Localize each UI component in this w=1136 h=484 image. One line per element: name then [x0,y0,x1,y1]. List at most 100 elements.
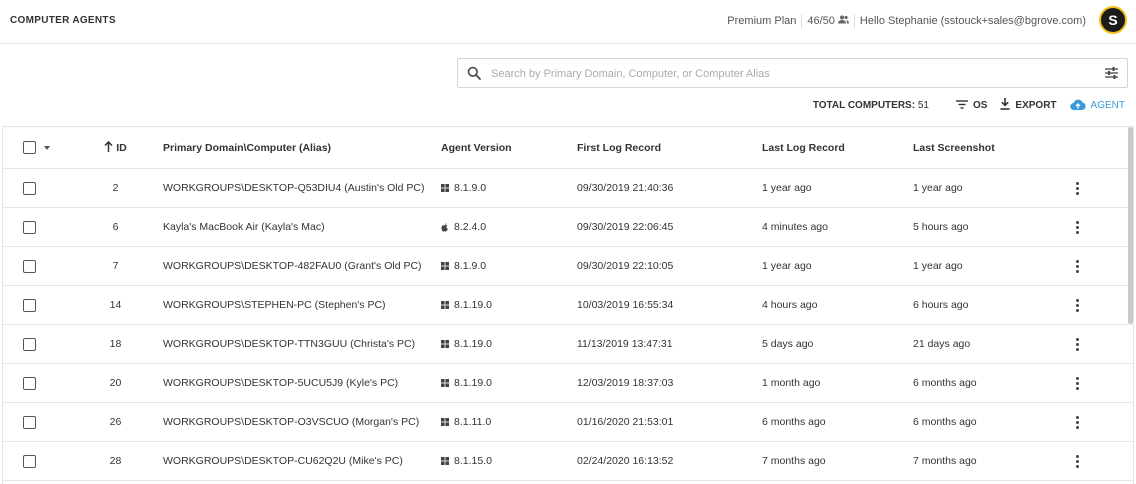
row-select [23,247,36,285]
total-computers-label: TOTAL COMPUTERS: [812,100,916,111]
row-checkbox[interactable] [23,337,36,351]
more-vertical-icon [1075,181,1079,195]
cell-first-log: 09/30/2019 22:06:45 [577,221,674,233]
cell-last-log: 4 minutes ago [762,221,828,233]
select-all-checkbox[interactable] [23,141,36,154]
cell-first-log: 01/16/2020 21:53:01 [577,416,674,428]
toolbar: TOTAL COMPUTERS: 51 OS EXPORT AGENT [813,98,1125,113]
cell-version-label: 8.1.15.0 [454,455,492,467]
column-header-first-log[interactable]: First Log Record [577,127,661,168]
column-header-version[interactable]: Agent Version [441,127,512,168]
row-menu-button[interactable] [1071,247,1083,285]
table-row[interactable]: 14 WORKGROUPS\STEPHEN-PC (Stephen's PC) 8.… [3,286,1133,325]
cell-last-log: 1 year ago [762,182,812,194]
cell-version-label: 8.1.9.0 [454,260,487,272]
table-row[interactable]: 18 WORKGROUPS\DESKTOP-TTN3GUU (Christa's … [3,325,1133,364]
more-vertical-icon [1075,259,1079,273]
row-checkbox[interactable] [23,298,36,312]
table-row[interactable]: 28 WORKGROUPS\DESKTOP-CU62Q2U (Mike's PC)… [3,442,1133,481]
cell-last-screenshot: 1 year ago [913,182,963,194]
search-input[interactable] [491,65,1081,82]
select-all [23,127,50,168]
export-button[interactable]: EXPORT [1000,98,1057,113]
windows-icon [441,262,449,270]
table-row[interactable]: 26 WORKGROUPS\DESKTOP-O3VSCUO (Morgan's P… [3,403,1133,442]
row-checkbox[interactable] [23,415,36,429]
more-vertical-icon [1075,337,1079,351]
row-menu-button[interactable] [1071,403,1083,441]
avatar[interactable]: S [1099,6,1127,34]
cell-version-label: 8.1.9.0 [454,182,487,194]
cell-last-screenshot: 5 hours ago [913,221,969,233]
row-select [23,364,36,402]
cell-version-label: 8.1.19.0 [454,338,492,350]
cell-id: 18 [109,338,122,350]
column-header-id-label: ID [116,141,127,154]
cell-id: 20 [109,377,122,389]
windows-icon [441,301,449,309]
more-vertical-icon [1075,220,1079,234]
column-header-last-log[interactable]: Last Log Record [762,127,845,168]
row-menu-button[interactable] [1071,364,1083,402]
filter-settings-icon[interactable] [1105,67,1118,82]
row-menu-button[interactable] [1071,325,1083,363]
agent-label: AGENT [1090,100,1125,111]
table-row[interactable]: 2 WORKGROUPS\DESKTOP-Q53DIU4 (Austin's Ol… [3,169,1133,208]
chevron-down-icon[interactable] [44,145,50,150]
row-menu-button[interactable] [1071,208,1083,246]
table-row[interactable]: 7 WORKGROUPS\DESKTOP-482FAU0 (Grant's Old… [3,247,1133,286]
windows-icon [441,457,449,465]
export-label: EXPORT [1015,100,1057,111]
cell-first-log: 09/30/2019 21:40:36 [577,182,674,194]
row-select [23,286,36,324]
users-icon [837,15,849,27]
search-icon [467,66,481,83]
plan-label: Premium Plan [727,15,797,27]
row-menu-button[interactable] [1071,286,1083,324]
table-row[interactable]: 6 Kayla's MacBook Air (Kayla's Mac) 8.2.4.… [3,208,1133,247]
row-checkbox[interactable] [23,376,36,390]
cell-first-log: 11/13/2019 13:47:31 [577,338,673,350]
seat-count: 46/50 [807,15,849,27]
row-select [23,325,36,363]
cell-version: 8.1.11.0 [441,403,491,441]
row-checkbox[interactable] [23,220,36,234]
cell-version: 8.2.4.0 [441,208,486,246]
user-greeting: Hello Stephanie (sstouck+sales@bgrove.co… [859,15,1086,27]
cell-first-log: 12/03/2019 18:37:03 [577,377,674,389]
row-checkbox[interactable] [23,181,36,195]
row-select [23,403,36,441]
column-header-last-screenshot[interactable]: Last Screenshot [913,127,995,168]
cell-version: 8.1.15.0 [441,442,492,480]
cell-first-log: 09/30/2019 22:10:05 [577,260,674,272]
cell-id: 6 [112,221,119,233]
column-header-domain[interactable]: Primary Domain\Computer (Alias) [163,127,331,168]
os-filter-label: OS [972,100,988,111]
row-checkbox[interactable] [23,454,36,468]
row-menu-button[interactable] [1071,169,1083,207]
scrollbar[interactable] [1128,127,1133,324]
cell-last-log: 1 year ago [762,260,812,272]
cell-last-screenshot: 7 months ago [913,455,977,467]
table-row[interactable]: 20 WORKGROUPS\DESKTOP-5UCU5J9 (Kyle's PC)… [3,364,1133,403]
cell-first-log: 02/24/2020 16:13:52 [577,455,674,467]
apple-icon [441,222,449,232]
os-filter-button[interactable]: OS [955,99,988,112]
more-vertical-icon [1075,454,1079,468]
cell-version: 8.1.19.0 [441,325,492,363]
row-select [23,208,36,246]
page-title: COMPUTER AGENTS [10,15,116,26]
cell-id: 26 [109,416,122,428]
column-header-id[interactable]: ID [93,127,138,168]
cell-version-label: 8.1.11.0 [454,416,492,428]
row-checkbox[interactable] [23,259,36,273]
search-box [457,58,1128,88]
row-menu-button[interactable] [1071,442,1083,480]
cell-domain: WORKGROUPS\DESKTOP-O3VSCUO (Morgan's PC) [163,416,420,428]
cell-last-log: 5 days ago [762,338,814,350]
cell-last-log: 6 months ago [762,416,826,428]
agent-button[interactable]: AGENT [1069,99,1125,113]
cell-version: 8.1.9.0 [441,247,486,285]
computers-table: ID Primary Domain\Computer (Alias) Agent… [2,126,1134,484]
windows-icon [441,340,449,348]
